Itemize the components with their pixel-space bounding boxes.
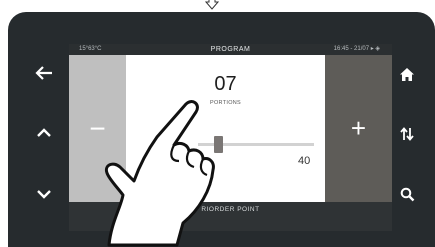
home-icon [400, 67, 414, 81]
minus-label: − [89, 112, 106, 144]
increase-button[interactable]: + [325, 55, 392, 202]
datetime-readout: 16:45 - 21/07 ▸ ◈ [333, 46, 380, 52]
search-button[interactable] [393, 180, 421, 208]
display-screen: 15°63°C PROGRAM 16:45 - 21/07 ▸ ◈ − 07 P… [69, 44, 392, 231]
sort-arrows-icon [400, 127, 414, 141]
search-icon [400, 187, 414, 201]
down-arrow-indicator-icon [205, 0, 219, 10]
chevron-down-icon [37, 190, 51, 199]
reorder-point-label: RIORDER POINT [201, 206, 260, 213]
scroll-up-button[interactable] [30, 119, 58, 147]
unit-label: PORTIONS [209, 100, 242, 106]
stage: 15°63°C PROGRAM 16:45 - 21/07 ▸ ◈ − 07 P… [0, 0, 435, 247]
chevron-up-icon [37, 128, 51, 137]
reorder-point-bar[interactable]: RIORDER POINT [69, 202, 392, 231]
home-button[interactable] [393, 60, 421, 88]
back-button[interactable] [30, 59, 58, 87]
decrease-button[interactable]: − [69, 55, 126, 202]
scroll-down-button[interactable] [30, 180, 58, 208]
plus-label: + [350, 113, 367, 143]
value-panel: 07 PORTIONS 40 [126, 55, 325, 202]
slider-max-label: 40 [298, 155, 311, 167]
back-arrow-icon [35, 66, 52, 80]
slider-knob[interactable] [213, 136, 223, 153]
sort-button[interactable] [393, 120, 421, 148]
portion-value: 07 [214, 73, 237, 95]
device-panel: 15°63°C PROGRAM 16:45 - 21/07 ▸ ◈ − 07 P… [8, 12, 435, 247]
status-bar: 15°63°C PROGRAM 16:45 - 21/07 ▸ ◈ [69, 44, 392, 55]
